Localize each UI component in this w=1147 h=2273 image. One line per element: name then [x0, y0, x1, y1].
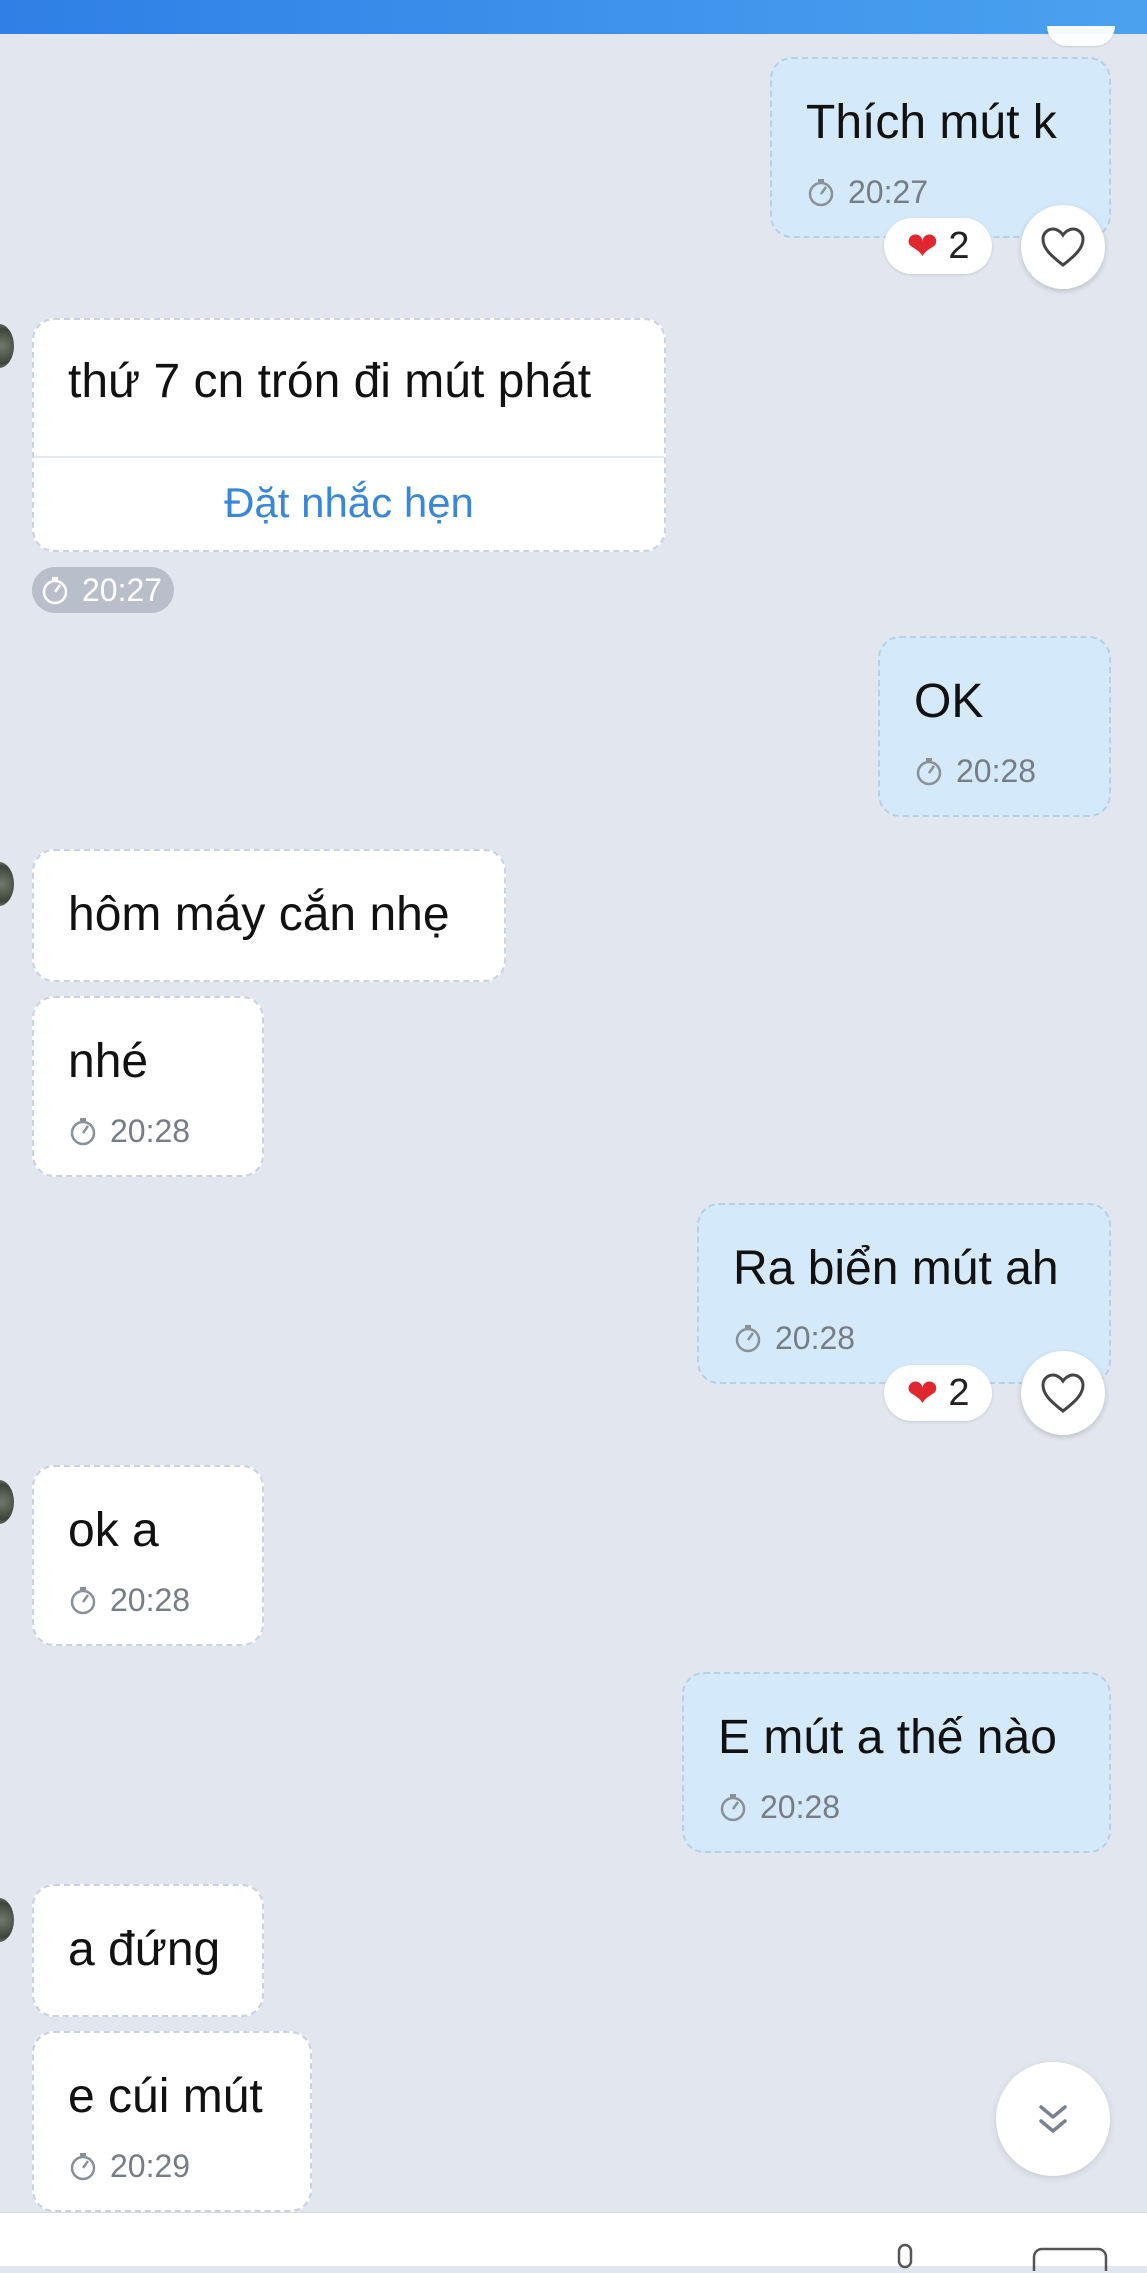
- chat-header: [0, 0, 1147, 34]
- message-time: 20:27: [32, 567, 175, 613]
- bubble-divider: [34, 456, 664, 458]
- like-button[interactable]: [1021, 1351, 1105, 1435]
- message-time-text: 20:28: [110, 1582, 191, 1618]
- stopwatch-icon: [735, 1325, 761, 1353]
- message-time-text: 20:28: [110, 1113, 191, 1149]
- message-text: e cúi mút: [68, 2070, 263, 2123]
- message-text: nhé: [68, 1035, 149, 1088]
- double-chevron-down-icon: [1039, 2105, 1067, 2133]
- incoming-message[interactable]: hôm máy cắn nhẹ: [32, 849, 506, 982]
- stopwatch-icon: [70, 1118, 96, 1146]
- like-button[interactable]: [1021, 205, 1105, 289]
- stopwatch-icon: [720, 1794, 746, 1822]
- message-text: hôm máy cắn nhẹ: [68, 888, 450, 941]
- message-time: 20:28: [718, 1791, 840, 1823]
- message-time-text: 20:28: [956, 753, 1037, 789]
- header-button-edge[interactable]: [1047, 26, 1115, 46]
- incoming-message[interactable]: a đứng: [32, 1884, 264, 2017]
- stopwatch-icon: [70, 2153, 96, 2181]
- message-time-text: 20:28: [760, 1789, 841, 1825]
- message-time: 20:28: [68, 1584, 190, 1616]
- incoming-message[interactable]: thứ 7 cn trón đi mút phát Đặt nhắc hẹn: [32, 318, 666, 552]
- message-time: 20:27: [806, 176, 928, 208]
- microphone-icon[interactable]: [890, 2243, 920, 2273]
- stopwatch-icon: [70, 1587, 96, 1615]
- stopwatch-icon: [916, 758, 942, 786]
- avatar[interactable]: [0, 324, 14, 368]
- incoming-message[interactable]: ok a 20:28: [32, 1465, 264, 1646]
- stopwatch-icon: [42, 577, 68, 605]
- outgoing-message[interactable]: OK 20:28: [878, 636, 1111, 817]
- message-input-bar[interactable]: [0, 2212, 1147, 2271]
- message-text: ok a: [68, 1504, 159, 1557]
- message-time: 20:28: [733, 1322, 855, 1354]
- image-icon[interactable]: [1032, 2247, 1108, 2271]
- set-reminder-button[interactable]: Đặt nhắc hẹn: [34, 482, 664, 524]
- message-text: Ra biển mút ah: [733, 1242, 1059, 1295]
- message-time-text: 20:27: [82, 571, 163, 608]
- message-time-text: 20:28: [775, 1320, 856, 1356]
- reaction-count[interactable]: ❤ 2: [884, 218, 992, 274]
- message-time-text: 20:27: [848, 174, 929, 210]
- message-text: E mút a thế nào: [718, 1711, 1057, 1764]
- outgoing-message[interactable]: E mút a thế nào 20:28: [682, 1672, 1111, 1853]
- incoming-message[interactable]: nhé 20:28: [32, 996, 264, 1177]
- reaction-count-text: 2: [948, 1371, 970, 1414]
- heart-icon: ❤: [906, 225, 939, 268]
- scroll-to-bottom-button[interactable]: [996, 2062, 1110, 2176]
- reaction-count[interactable]: ❤ 2: [884, 1365, 992, 1421]
- stopwatch-icon: [808, 179, 834, 207]
- message-text: OK: [914, 675, 984, 728]
- incoming-message[interactable]: e cúi mút 20:29: [32, 2031, 312, 2212]
- reaction-count-text: 2: [948, 224, 970, 267]
- avatar[interactable]: [0, 862, 14, 906]
- message-time: 20:28: [914, 755, 1036, 787]
- message-text: Thích mút k: [806, 96, 1057, 149]
- heart-outline-icon: [1041, 1373, 1085, 1413]
- avatar[interactable]: [0, 1480, 14, 1524]
- message-text: thứ 7 cn trón đi mút phát: [68, 355, 592, 408]
- message-text: a đứng: [68, 1923, 221, 1976]
- heart-outline-icon: [1041, 227, 1085, 267]
- message-time: 20:28: [68, 1115, 190, 1147]
- heart-icon: ❤: [906, 1372, 939, 1415]
- message-time: 20:29: [68, 2150, 190, 2182]
- avatar[interactable]: [0, 1898, 14, 1942]
- message-time-text: 20:29: [110, 2148, 191, 2184]
